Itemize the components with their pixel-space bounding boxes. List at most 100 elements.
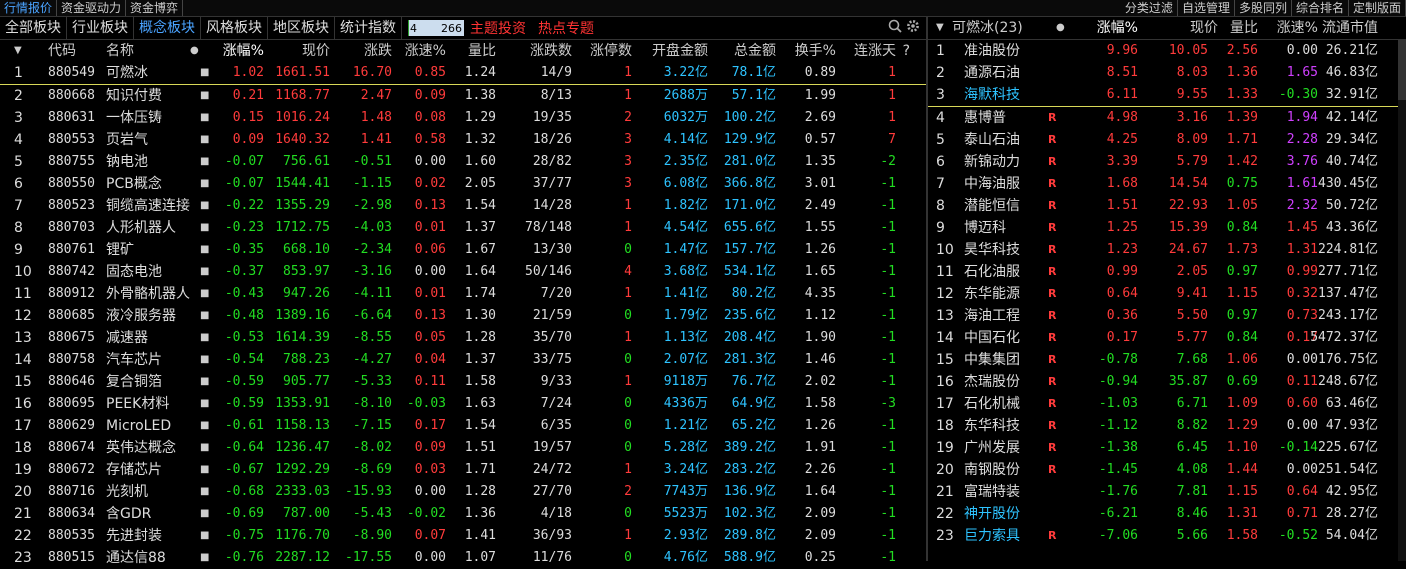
gear-icon[interactable]	[906, 19, 920, 37]
stock-name[interactable]: 东华科技	[964, 415, 1020, 437]
stock-name[interactable]: 泰山石油	[964, 129, 1020, 151]
stock-name[interactable]: 杰瑞股份	[964, 371, 1020, 393]
list-item[interactable]: 2 通源石油 8.51 8.03 1.36 1.65 46.83亿	[928, 62, 1406, 84]
stock-name[interactable]: 东华能源	[964, 283, 1020, 305]
table-row[interactable]: 1 880549 可燃冰 1.02 1661.51 16.70 0.85 1.24 14/9 1 3…	[0, 62, 926, 85]
stock-name[interactable]: 潜能恒信	[964, 195, 1020, 217]
stock-name[interactable]: 通源石油	[964, 62, 1020, 84]
list-item[interactable]: 12 东华能源 R 0.64 9.41 1.15 0.32 137.47亿	[928, 283, 1406, 305]
table-row[interactable]: 19 880672 存储芯片 -0.67 1292.29 -8.69 0.03 1.71 24/…	[0, 459, 926, 481]
stock-name[interactable]: 准油股份	[964, 40, 1020, 62]
panel-header-4[interactable]: 流通市值	[1322, 17, 1378, 39]
panel-header-3[interactable]: 涨速%	[1277, 17, 1318, 39]
stock-name[interactable]: 巨力索具	[964, 525, 1020, 547]
list-item[interactable]: 11 石化油服 R 0.99 2.05 0.97 0.99 277.71亿	[928, 261, 1406, 283]
table-row[interactable]: 17 880629 MicroLED -0.61 1158.13 -7.15 0.17 1.5…	[0, 415, 926, 437]
table-row[interactable]: 8 880703 人形机器人 -0.23 1712.75 -4.03 0.01 1.37 78/…	[0, 217, 926, 239]
list-item[interactable]: 10 昊华科技 R 1.23 24.67 1.73 1.31 224.81亿	[928, 239, 1406, 261]
tab-capital-game[interactable]: 资金博弈	[126, 0, 184, 16]
table-row[interactable]: 20 880716 光刻机 -0.68 2333.03 -15.93 0.00 1.28 27/…	[0, 481, 926, 503]
tab-multi-stock[interactable]: 多股同列	[1235, 0, 1292, 16]
header-12[interactable]: 连涨天	[854, 40, 896, 62]
header-9[interactable]: 开盘金额	[652, 40, 708, 62]
list-item[interactable]: 17 石化机械 R -1.03 6.71 1.09 0.60 63.46亿	[928, 393, 1406, 415]
stock-name[interactable]: 博迈科	[964, 217, 1006, 239]
header-2[interactable]: 涨幅%	[223, 40, 264, 62]
list-item[interactable]: 14 中国石化 R 0.17 5.77 0.84 0.17 5472.37亿	[928, 327, 1406, 349]
list-item[interactable]: 4 惠博普 R 4.98 3.16 1.39 1.94 42.14亿	[928, 107, 1406, 129]
list-item[interactable]: 13 海油工程 R 0.36 5.50 0.97 0.73 243.17亿	[928, 305, 1406, 327]
table-row[interactable]: 11 880912 外骨骼机器人 -0.43 947.26 -4.11 0.01 1.74 7/…	[0, 283, 926, 305]
tab-capital-drive[interactable]: 资金驱动力	[57, 0, 127, 16]
list-item[interactable]: 23 巨力索具 R -7.06 5.66 1.58 -0.52 54.04亿	[928, 525, 1406, 547]
table-row[interactable]: 10 880742 固态电池 -0.37 853.97 -3.16 0.00 1.64 50/1…	[0, 261, 926, 283]
stock-name[interactable]: 中集集团	[964, 349, 1020, 371]
panel-header-1[interactable]: 现价	[1190, 17, 1218, 39]
tab-watchlist-manage[interactable]: 自选管理	[1178, 0, 1235, 16]
header-8[interactable]: 涨停数	[590, 40, 632, 62]
tab-filter[interactable]: 分类过滤	[1121, 0, 1178, 16]
list-item[interactable]: 6 新锦动力 R 3.39 5.79 1.42 3.76 40.74亿	[928, 151, 1406, 173]
list-item[interactable]: 5 泰山石油 R 4.25 8.09 1.71 2.28 29.34亿	[928, 129, 1406, 151]
table-row[interactable]: 6 880550 PCB概念 -0.07 1544.41 -1.15 0.02 2.05 37/…	[0, 173, 926, 195]
stock-name[interactable]: 石化油服	[964, 261, 1020, 283]
list-item[interactable]: 19 广州发展 R -1.38 6.45 1.10 -0.14 225.67亿	[928, 437, 1406, 459]
table-row[interactable]: 4 880553 页岩气 0.09 1640.32 1.41 0.58 1.32 18/26 3 4…	[0, 129, 926, 151]
tab-ranking[interactable]: 综合排名	[1292, 0, 1349, 16]
list-item[interactable]: 9 博迈科 R 1.25 15.39 0.84 1.45 43.36亿	[928, 217, 1406, 239]
header-5[interactable]: 涨速%	[405, 40, 446, 62]
tab-industry-sectors[interactable]: 行业板块	[67, 17, 134, 39]
stock-name[interactable]: 中海油服	[964, 173, 1020, 195]
scrollbar-thumb[interactable]	[1398, 40, 1406, 100]
stock-name[interactable]: 海油工程	[964, 305, 1020, 327]
header-3[interactable]: 现价	[302, 40, 330, 62]
list-item[interactable]: 22 神开股份 -6.21 8.46 1.31 0.71 28.27亿	[928, 503, 1406, 525]
list-item[interactable]: 3 海默科技 6.11 9.55 1.33 -0.30 32.91亿	[928, 84, 1406, 107]
header-6[interactable]: 量比	[468, 40, 496, 62]
tab-concept-sectors[interactable]: 概念板块	[134, 17, 201, 39]
table-row[interactable]: 3 880631 一体压铸 0.15 1016.24 1.48 0.08 1.29 19/35 2…	[0, 107, 926, 129]
list-item[interactable]: 18 东华科技 R -1.12 8.82 1.29 0.00 47.93亿	[928, 415, 1406, 437]
header-1[interactable]: 名称	[106, 40, 134, 62]
table-row[interactable]: 18 880674 英伟达概念 -0.64 1236.47 -8.02 0.09 1.51 19…	[0, 437, 926, 459]
table-row[interactable]: 23 880515 通达信88 -0.76 2287.12 -17.55 0.00 1.07 1…	[0, 547, 926, 569]
stock-name[interactable]: 石化机械	[964, 393, 1020, 415]
table-row[interactable]: 13 880675 减速器 -0.53 1614.39 -8.55 0.05 1.28 35/7…	[0, 327, 926, 349]
tab-region-sectors[interactable]: 地区板块	[268, 17, 335, 39]
header-11[interactable]: 换手%	[795, 40, 836, 62]
scrollbar[interactable]	[1398, 40, 1406, 561]
table-row[interactable]: 22 880535 先进封装 -0.75 1176.70 -8.90 0.07 1.41 36/…	[0, 525, 926, 547]
stock-name[interactable]: 神开股份	[964, 503, 1020, 525]
sort-down-icon[interactable]: ▼	[936, 17, 944, 39]
list-item[interactable]: 1 准油股份 9.96 10.05 2.56 0.00 26.21亿	[928, 40, 1406, 62]
table-row[interactable]: 15 880646 复合铜箔 -0.59 905.77 -5.33 0.11 1.58 9/33…	[0, 371, 926, 393]
stock-name[interactable]: 新锦动力	[964, 151, 1020, 173]
list-item[interactable]: 8 潜能恒信 R 1.51 22.93 1.05 2.32 50.72亿	[928, 195, 1406, 217]
tab-statistic-index[interactable]: 统计指数	[335, 17, 402, 39]
search-icon[interactable]	[888, 19, 902, 37]
table-row[interactable]: 14 880758 汽车芯片 -0.54 788.23 -4.27 0.04 1.37 33/7…	[0, 349, 926, 371]
hot-topic-link[interactable]: 热点专题	[532, 18, 600, 38]
list-item[interactable]: 7 中海油服 R 1.68 14.54 0.75 1.61 430.45亿	[928, 173, 1406, 195]
stock-name[interactable]: 海默科技	[964, 84, 1020, 106]
list-item[interactable]: 16 杰瑞股份 R -0.94 35.87 0.69 0.11 248.67亿	[928, 371, 1406, 393]
table-row[interactable]: 2 880668 知识付费 0.21 1168.77 2.47 0.09 1.38 8/13 1 2…	[0, 85, 926, 107]
tab-quote[interactable]: 行情报价	[0, 0, 58, 16]
table-row[interactable]: 12 880685 液冷服务器 -0.48 1389.16 -6.64 0.13 1.30 21…	[0, 305, 926, 327]
header-7[interactable]: 涨跌数	[530, 40, 572, 62]
table-row[interactable]: 16 880695 PEEK材料 -0.59 1353.91 -8.10 -0.03 1.63…	[0, 393, 926, 415]
stock-name[interactable]: 惠博普	[964, 107, 1006, 129]
theme-invest-link[interactable]: 主题投资	[464, 18, 532, 38]
stock-name[interactable]: 广州发展	[964, 437, 1020, 459]
tab-all-sectors[interactable]: 全部板块	[0, 17, 67, 39]
header-4[interactable]: 涨跌	[364, 40, 392, 62]
sort-down-icon[interactable]: ▼	[14, 40, 22, 62]
table-row[interactable]: 21 880634 含GDR -0.69 787.00 -5.43 -0.02 1.36 4/1…	[0, 503, 926, 525]
tab-style-sectors[interactable]: 风格板块	[201, 17, 268, 39]
tab-custom-layout[interactable]: 定制版面	[1349, 0, 1406, 16]
header-10[interactable]: 总金额	[734, 40, 776, 62]
table-row[interactable]: 7 880523 铜缆高速连接 -0.22 1355.29 -2.98 0.13 1.54 14…	[0, 195, 926, 217]
list-item[interactable]: 21 富瑞特装 -1.76 7.81 1.15 0.64 42.95亿	[928, 481, 1406, 503]
table-row[interactable]: 5 880755 钠电池 -0.07 756.61 -0.51 0.00 1.60 28/82 3…	[0, 151, 926, 173]
table-row[interactable]: 9 880761 锂矿 -0.35 668.10 -2.34 0.06 1.67 13/30 0 1…	[0, 239, 926, 261]
